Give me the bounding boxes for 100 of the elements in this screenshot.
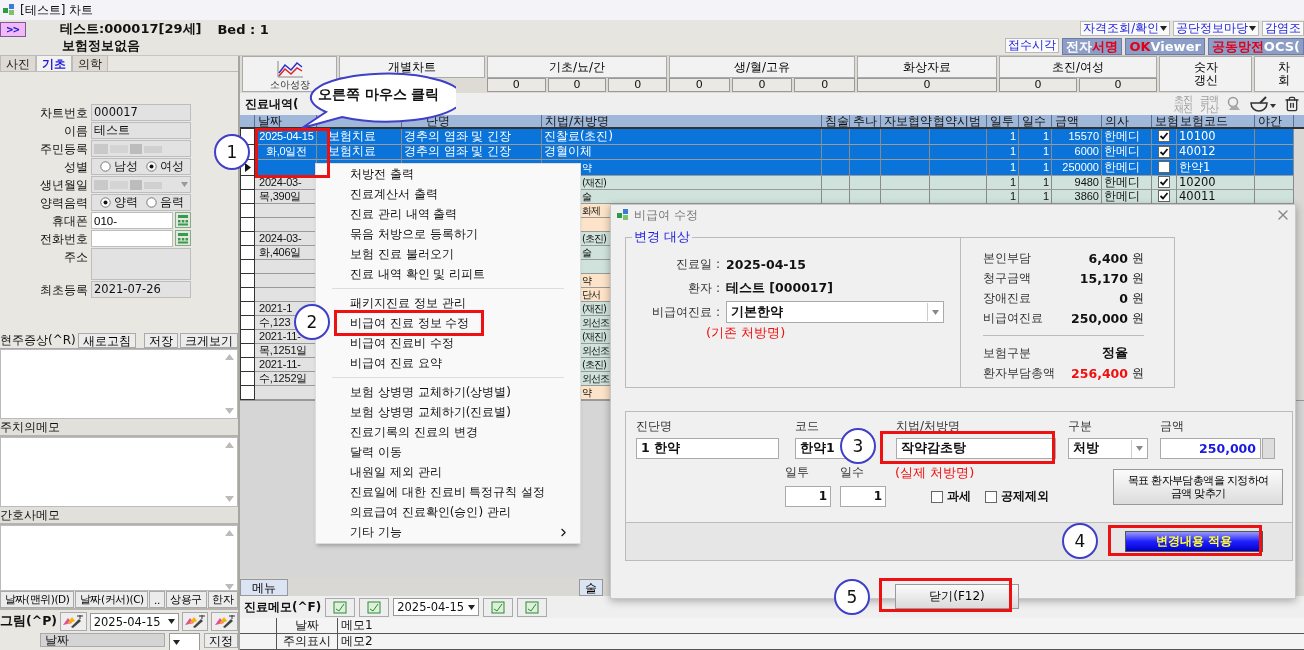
menu-item[interactable]: 비급여 진료비 수정 — [350, 334, 454, 352]
phone-input[interactable] — [91, 230, 173, 247]
menu-item[interactable]: 처방전 출력 — [350, 165, 414, 183]
menu-item[interactable]: 비급여 진료 정보 수정 — [350, 314, 470, 332]
menu-item[interactable]: 진료 내역 확인 및 리피트 — [350, 265, 486, 283]
memo-tool-button[interactable]: .. — [149, 591, 165, 608]
panel-tab[interactable]: 기초 — [36, 55, 72, 71]
menu-item[interactable]: 진료기록의 진료의 변경 — [350, 423, 478, 441]
memo-tool-button[interactable]: 상용구 — [165, 591, 207, 608]
menu-item[interactable]: 비급여 진료 요약 — [350, 354, 442, 372]
assign-button[interactable]: 지정 — [204, 633, 238, 648]
phone-input[interactable]: 010- — [91, 212, 173, 229]
column-header: 의사 — [1102, 115, 1152, 127]
edit-drawing-button[interactable] — [181, 612, 209, 631]
reception-time-link[interactable]: 접수시각 — [1005, 38, 1060, 53]
refresh-counts-button[interactable]: 숫자 갱신 — [1159, 56, 1252, 92]
section-title: 진료내역( — [245, 96, 299, 113]
menu-item[interactable]: 달력 이동 — [350, 443, 402, 461]
save-button[interactable]: 저장 — [144, 333, 178, 348]
table-cell: 1 — [1009, 189, 1016, 203]
menu-item[interactable]: 진료 관리 내역 출력 — [350, 205, 458, 223]
field-label: 휴대폰 — [51, 213, 88, 230]
insurance-checkbox[interactable] — [1158, 190, 1170, 202]
field-label: 코드 — [795, 418, 820, 435]
radio-option[interactable]: 남성 — [100, 158, 138, 175]
target-amount-button[interactable]: 목표 환자부담총액을 지정하여 금액 맞추기 — [1113, 469, 1283, 505]
checkbox-option[interactable]: 공제제외 — [985, 488, 1049, 505]
chart-tab[interactable]: 초진/여성 — [999, 56, 1157, 78]
summary-value: 250,000 — [1071, 310, 1128, 326]
memo-copy-button[interactable] — [359, 597, 390, 617]
remove-drawing-button[interactable] — [211, 612, 238, 631]
panel-tab[interactable]: 의학 — [72, 55, 108, 71]
menu-link[interactable]: 공단정보마당 — [1173, 21, 1259, 36]
enlarge-button[interactable]: 크게보기 — [180, 333, 238, 348]
input-field[interactable]: 작약감초탕 — [896, 438, 1056, 459]
amount-button[interactable] — [1262, 438, 1275, 459]
memo-field[interactable] — [0, 349, 238, 419]
bottom-tab[interactable]: 메뉴 — [240, 579, 288, 596]
memo-field[interactable] — [0, 437, 238, 507]
menu-link[interactable]: 자격조회/확인 — [1080, 21, 1170, 36]
count-cell: 0 — [1079, 78, 1157, 92]
summary-label: 청구금액 — [983, 269, 1032, 287]
insurance-checkbox[interactable] — [1158, 145, 1170, 158]
close-button[interactable]: 닫기(F12) — [895, 584, 1019, 609]
chart-tab[interactable]: 기초/뇨/간 — [487, 56, 667, 78]
insurance-checkbox[interactable] — [1158, 176, 1170, 188]
menu-link[interactable]: 감염조 — [1262, 21, 1304, 36]
refresh-button[interactable]: 새로고침 — [77, 333, 136, 348]
panel-tab[interactable]: 사진 — [0, 55, 36, 71]
chart-tab[interactable]: 생/혈/고유 — [669, 56, 855, 78]
keypad-icon[interactable] — [175, 212, 191, 228]
table-cell — [881, 160, 930, 176]
menu-item[interactable]: 기타 기능 — [350, 523, 402, 541]
input-field[interactable]: 1 — [840, 486, 886, 507]
apply-button[interactable]: 변경내용 적용 — [1125, 531, 1263, 552]
menu-item[interactable]: 보험 진료 불러오기 — [350, 245, 454, 263]
mortar-icon[interactable] — [1250, 96, 1276, 112]
date-select[interactable]: 2025-04-15 — [89, 612, 179, 631]
menu-item[interactable]: 내원일 제외 관리 — [350, 463, 442, 481]
chart-tab[interactable]: 화상자료 — [857, 56, 997, 78]
keypad-icon[interactable] — [175, 230, 191, 246]
amount-field[interactable]: 250,000 — [1160, 438, 1261, 459]
menu-item[interactable]: 의료급여 진료확인(승인) 관리 — [350, 503, 511, 521]
radio-option[interactable]: 양력 — [100, 194, 138, 211]
insurance-checkbox[interactable] — [1158, 130, 1170, 143]
menu-item[interactable]: 진료계산서 출력 — [350, 185, 438, 203]
field-label: 전화번호 — [39, 231, 88, 248]
trash-icon[interactable] — [1284, 96, 1300, 112]
memo-delete-button[interactable] — [517, 597, 548, 617]
insurance-checkbox[interactable] — [1158, 161, 1170, 174]
menu-item[interactable]: 진료일에 대한 진료비 특정규칙 설정 — [350, 483, 546, 501]
add-drawing-button[interactable] — [60, 612, 87, 631]
date-select[interactable]: 2025-04-15 — [393, 598, 480, 616]
input-field[interactable]: 1 — [785, 486, 831, 507]
memo-edit-button[interactable] — [483, 597, 514, 617]
memo-tool-button[interactable]: 날짜(맨위)(D) — [0, 591, 75, 608]
menu-item[interactable]: 묶음 처방으로 등록하기 — [350, 225, 478, 243]
input-field[interactable]: 1 한약 — [636, 438, 779, 459]
section-title: 간호사메모 — [0, 507, 238, 525]
memo-tool-button[interactable]: 한자 — [207, 591, 238, 608]
radio-option[interactable]: 여성 — [146, 158, 184, 175]
checkbox-option[interactable]: 과세 — [931, 488, 971, 505]
menu-item[interactable]: 보험 상병명 교체하기(진료별) — [350, 403, 511, 421]
memo-add-button[interactable] — [325, 597, 356, 617]
menu-item[interactable]: 패키지진료 정보 관리 — [350, 294, 466, 312]
checkbox-icon — [985, 490, 997, 503]
category-select[interactable]: 처방 — [1068, 438, 1148, 459]
radio-option[interactable]: 음력 — [146, 194, 184, 211]
memo-tool-button[interactable]: 날짜(커서)(C) — [75, 591, 149, 608]
select-field[interactable] — [168, 633, 200, 650]
insurance-status: 보험정보없음 — [62, 38, 141, 54]
chart-tab[interactable]: 개별차트 — [339, 56, 485, 78]
prescription-select[interactable]: 기본한약 — [726, 301, 944, 323]
expand-button[interactable]: >> — [0, 21, 26, 37]
input-field[interactable]: 한약1 — [795, 438, 847, 459]
stamp-icon[interactable] — [1226, 96, 1242, 112]
memo-field[interactable] — [0, 525, 238, 591]
menu-item[interactable]: 보험 상병명 교체하기(상병별) — [350, 383, 511, 401]
refresh-counts-button[interactable]: 차 회 — [1254, 56, 1304, 92]
bottom-tab[interactable]: 술 — [579, 579, 603, 596]
